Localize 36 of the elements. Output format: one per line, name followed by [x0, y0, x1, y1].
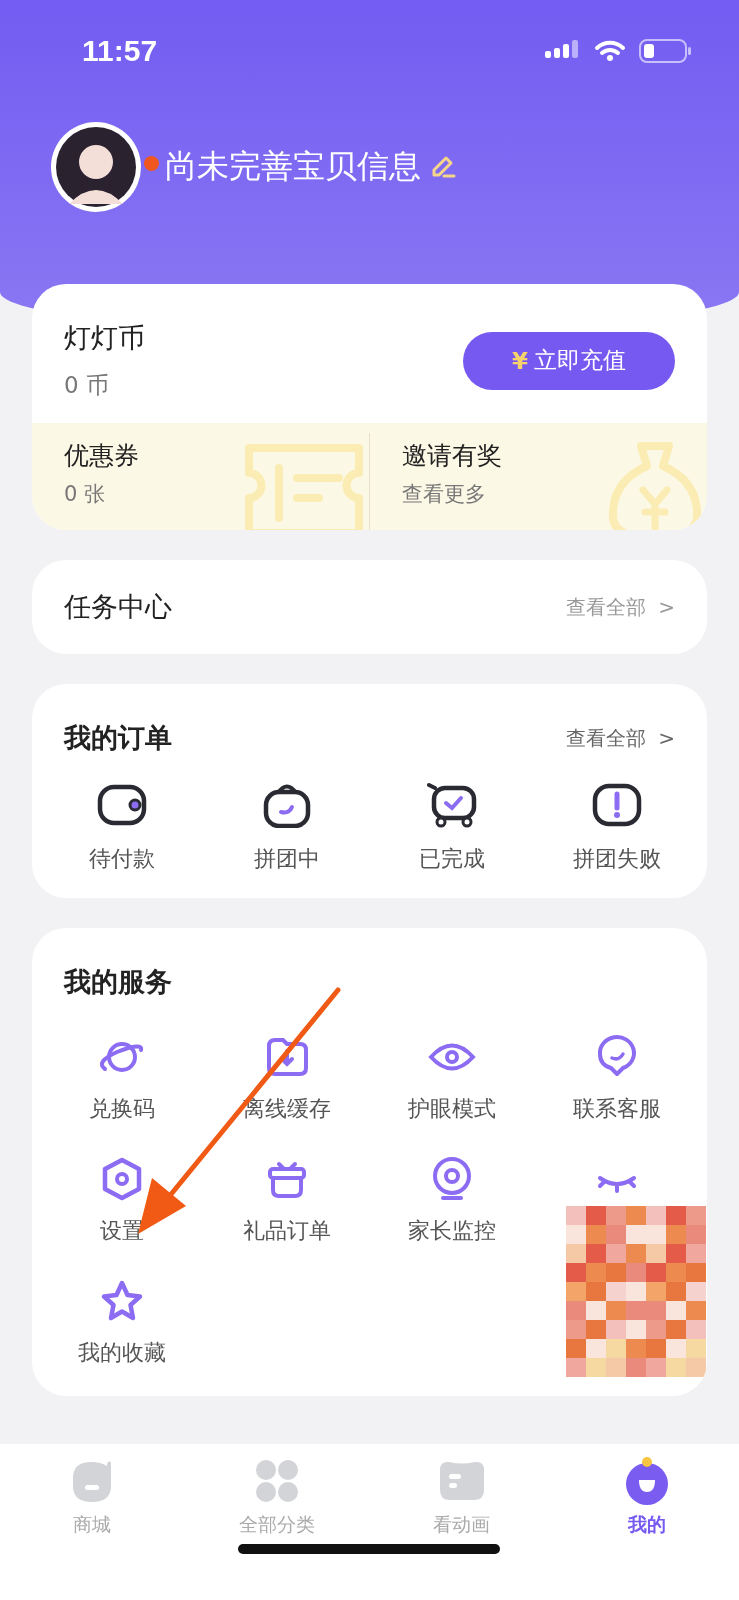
order-status-label[interactable]: 待付款	[89, 844, 156, 874]
perk-tile[interactable]: 邀请有奖 查看更多	[369, 433, 707, 530]
services-title: 我的服务	[62, 965, 173, 999]
task-center-title: 任务中心	[64, 590, 172, 624]
battery-icon	[639, 39, 691, 63]
orders-title: 我的订单	[64, 721, 172, 755]
perk-subtitle: 0 张	[64, 481, 107, 508]
profile-name[interactable]: 尚未完善宝贝信息	[165, 145, 421, 189]
order-status-label[interactable]: 已完成	[418, 844, 485, 874]
recharge-button[interactable]: ¥ 立即充值	[463, 331, 675, 390]
service-label[interactable]: 兑换码	[89, 1094, 156, 1124]
order-status-label[interactable]: 拼团中	[254, 844, 321, 874]
service-label[interactable]: 我的收藏	[78, 1338, 167, 1368]
alert-icon[interactable]	[591, 782, 642, 828]
service-label[interactable]: 联系客服	[572, 1094, 661, 1124]
bag-icon[interactable]	[262, 782, 313, 828]
wallet-icon[interactable]	[97, 782, 148, 828]
task-center-card[interactable]: 任务中心 查看全部 >	[32, 560, 707, 654]
service-label[interactable]: 设置	[100, 1216, 145, 1246]
service-label[interactable]: 家长监控	[407, 1216, 496, 1246]
order-status-label[interactable]: 拼团失败	[572, 844, 661, 874]
perk-title: 邀请有奖	[402, 440, 503, 472]
view-all-link[interactable]: 查看全部 >	[566, 724, 675, 752]
perk-tile[interactable]: 优惠券 0 张	[32, 423, 369, 530]
coin-amount: 0 币	[64, 371, 110, 400]
service-label[interactable]: 护眼模式	[407, 1094, 496, 1124]
cart-icon[interactable]	[426, 782, 477, 828]
perk-title: 优惠券	[64, 440, 140, 472]
service-label[interactable]: 礼品订单	[243, 1216, 332, 1246]
tab-item[interactable]: 我的	[554, 1444, 739, 1600]
status-time: 11:57	[82, 34, 158, 68]
avatar[interactable]	[49, 120, 143, 214]
service-label[interactable]: 离线缓存	[243, 1094, 332, 1124]
coin-title: 灯灯币	[64, 321, 145, 355]
wifi-icon	[595, 40, 625, 62]
perk-subtitle: 查看更多	[402, 481, 487, 508]
